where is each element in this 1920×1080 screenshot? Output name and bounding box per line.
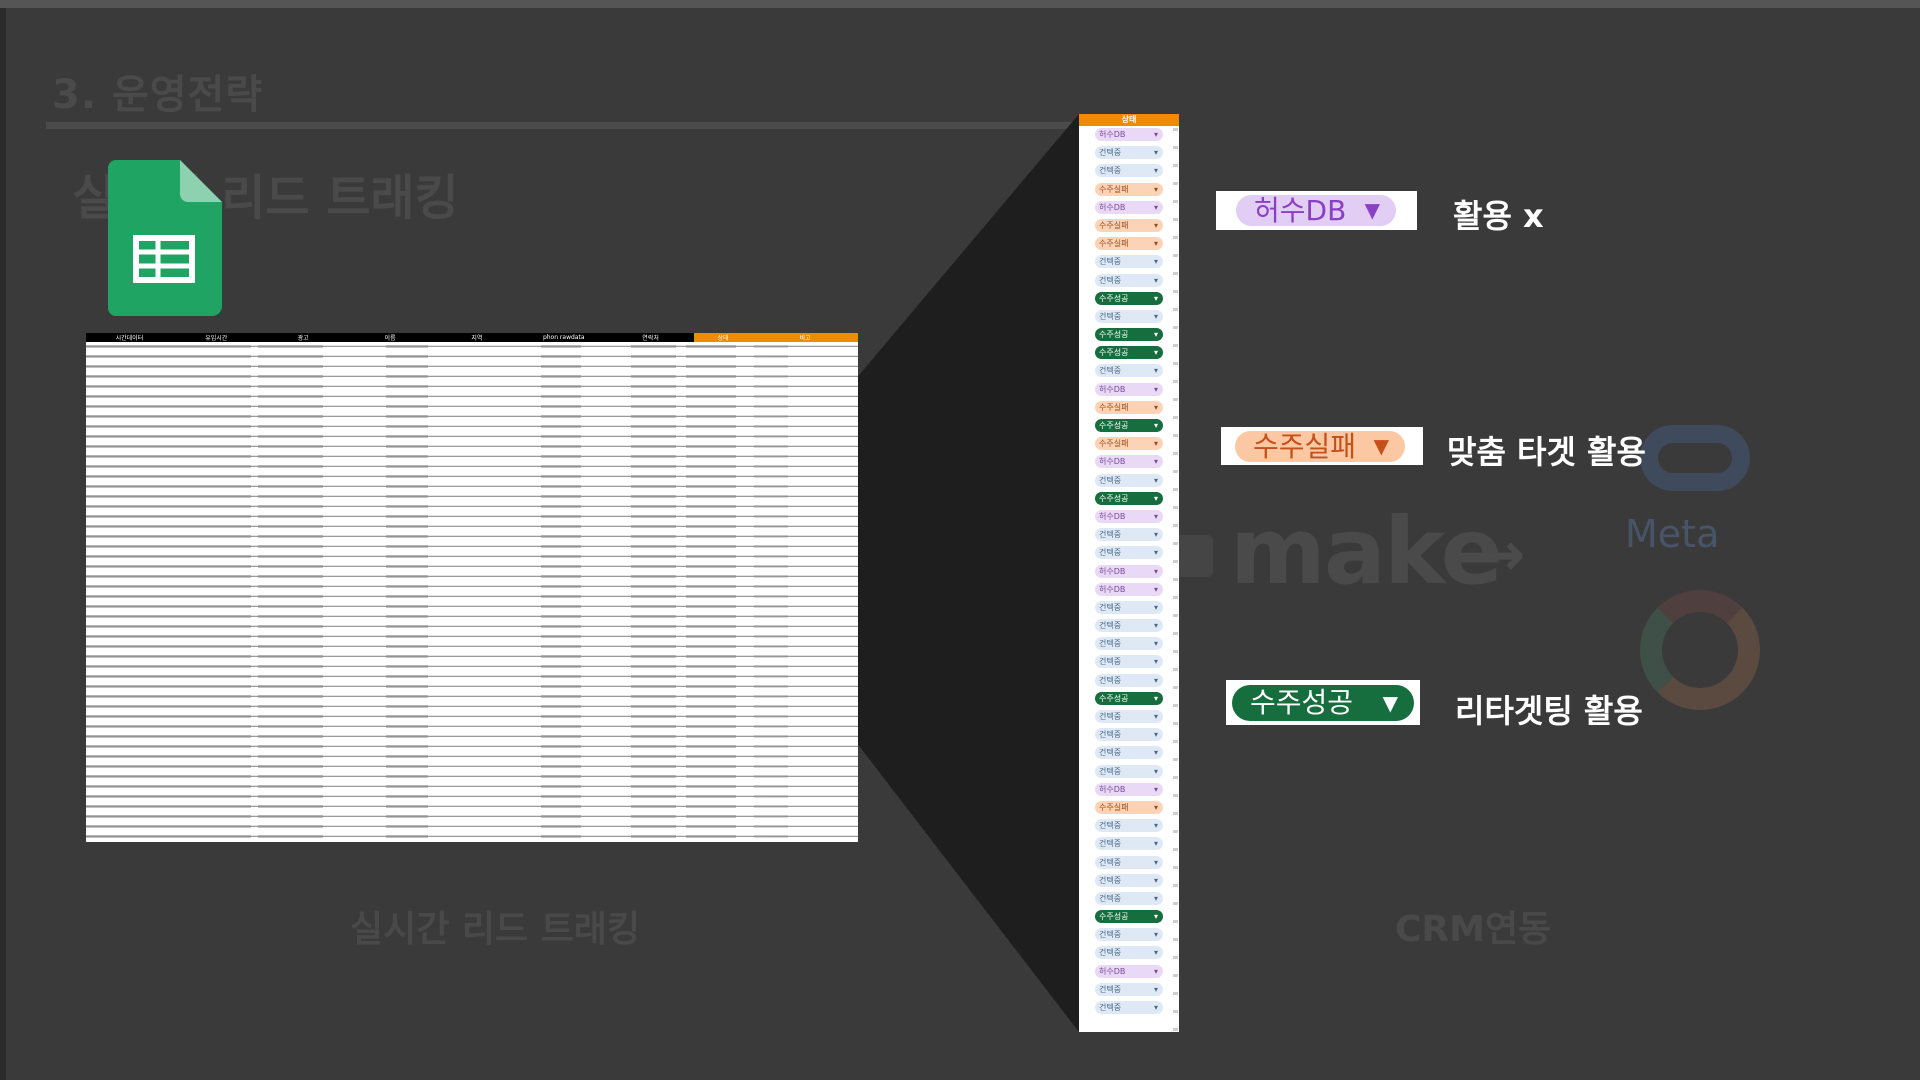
legend-chip-box-1: 허수DB ▼: [1216, 191, 1417, 230]
status-chip[interactable]: 건텍중: [1095, 546, 1163, 560]
chevron-down-icon: ▼: [1373, 434, 1389, 458]
status-chip[interactable]: 허수DB: [1095, 455, 1163, 469]
legend-label-2: 맞춤 타겟 활용: [1447, 433, 1646, 471]
spreadsheet-preview: 시간데이터 유입시간 광고 이름 지역 phon rawdata 연락처 상태 …: [86, 333, 858, 842]
dropdown-chip-order-success[interactable]: 수주성공 ▼: [1232, 685, 1414, 721]
status-chip[interactable]: 수주실패: [1095, 437, 1163, 451]
col-header: phon rawdata: [542, 334, 585, 341]
chip-label: 수주실패: [1253, 430, 1357, 463]
sheet-cells: [86, 342, 251, 842]
status-chip[interactable]: 수주성공: [1095, 491, 1163, 505]
status-chip[interactable]: 건텍중: [1095, 600, 1163, 614]
sheet-cells: [686, 342, 736, 842]
status-chip[interactable]: 수주성공: [1095, 346, 1163, 360]
chip-label: 수주성공: [1250, 686, 1354, 719]
status-chip[interactable]: 건텍중: [1095, 710, 1163, 723]
legend-chip-box-3: 수주성공 ▼: [1226, 680, 1420, 725]
col-header: 지역: [471, 335, 483, 342]
status-chip[interactable]: 건텍중: [1095, 619, 1163, 633]
status-chip[interactable]: 수주성공: [1095, 910, 1163, 924]
status-chip-list: 허수DB건텍중건텍중수주실패허수DB수주실패수주실패건텍중건텍중수주성공건텍중수…: [1079, 126, 1179, 1014]
status-chip[interactable]: 건텍중: [1095, 891, 1163, 905]
status-chip[interactable]: 건텍중: [1095, 728, 1163, 742]
status-chip[interactable]: 건텍중: [1095, 946, 1163, 960]
status-chip[interactable]: 건텍중: [1095, 364, 1163, 378]
status-chip[interactable]: 건텍중: [1095, 819, 1163, 833]
sheet-cells: [541, 342, 581, 842]
status-column-zoom: 상태 허수DB건텍중건텍중수주실패허수DB수주실패수주실패건텍중건텍중수주성공건…: [1079, 114, 1179, 1032]
col-header: 연락처: [642, 335, 659, 342]
status-column-header: 상태: [1079, 114, 1179, 126]
status-chip[interactable]: 허수DB: [1095, 964, 1163, 978]
status-chip[interactable]: 건텍중: [1095, 273, 1163, 287]
status-chip[interactable]: 건텍중: [1095, 528, 1163, 542]
status-chip[interactable]: 수주실패: [1095, 182, 1163, 196]
col-header: 이름: [384, 335, 396, 342]
chevron-down-icon: ▼: [1364, 198, 1380, 222]
status-chip[interactable]: 수주성공: [1095, 291, 1163, 305]
status-chip[interactable]: 허수DB: [1095, 782, 1163, 796]
status-chip[interactable]: 건텍중: [1095, 655, 1163, 669]
status-chip[interactable]: 건텍중: [1095, 473, 1163, 487]
legend-label-1: 활용 x: [1453, 197, 1544, 235]
status-chip[interactable]: 수주성공: [1095, 328, 1163, 342]
status-chip[interactable]: 허수DB: [1095, 128, 1163, 141]
status-chip[interactable]: 건텍중: [1095, 928, 1163, 942]
status-chip[interactable]: 건텍중: [1095, 837, 1163, 851]
col-header: 유입시간: [205, 335, 228, 342]
col-header-status: 상태: [694, 333, 753, 342]
status-chip[interactable]: 허수DB: [1095, 582, 1163, 596]
sheet-cells: [386, 342, 428, 842]
status-chip[interactable]: 수주실패: [1095, 800, 1163, 814]
col-header-notes: 비고: [752, 333, 858, 342]
dropdown-chip-huesu-db[interactable]: 허수DB ▼: [1236, 195, 1396, 226]
status-chip[interactable]: 수주실패: [1095, 400, 1163, 414]
status-chip[interactable]: 건텍중: [1095, 1001, 1163, 1014]
status-chip[interactable]: 건텍중: [1095, 982, 1163, 996]
status-chip[interactable]: 허수DB: [1095, 564, 1163, 578]
chip-label: 허수DB: [1254, 194, 1347, 227]
status-chip[interactable]: 건텍중: [1095, 164, 1163, 178]
sheet-cells: [631, 342, 676, 842]
sheet-cells: [258, 342, 323, 842]
status-chip[interactable]: 건텍중: [1095, 255, 1163, 269]
column-edge: [1173, 128, 1178, 1032]
col-header: 광고: [297, 335, 309, 342]
status-chip[interactable]: 건텍중: [1095, 673, 1163, 687]
status-chip[interactable]: 건텍중: [1095, 309, 1163, 323]
status-chip[interactable]: 건텍중: [1095, 146, 1163, 160]
chevron-down-icon: ▼: [1382, 691, 1398, 715]
status-chip[interactable]: 수주실패: [1095, 218, 1163, 232]
status-chip[interactable]: 건텍중: [1095, 855, 1163, 869]
sheet-header-row: 시간데이터 유입시간 광고 이름 지역 phon rawdata 연락처 상태 …: [86, 333, 858, 342]
legend-label-3: 리타겟팅 활용: [1455, 692, 1643, 730]
status-chip[interactable]: 건텍중: [1095, 764, 1163, 778]
status-chip[interactable]: 허수DB: [1095, 509, 1163, 523]
status-chip[interactable]: 허수DB: [1095, 382, 1163, 396]
status-chip[interactable]: 수주실패: [1095, 237, 1163, 251]
status-chip[interactable]: 수주성공: [1095, 691, 1163, 705]
status-chip[interactable]: 건텍중: [1095, 873, 1163, 887]
legend-chip-box-2: 수주실패 ▼: [1221, 427, 1423, 465]
status-chip[interactable]: 허수DB: [1095, 200, 1163, 214]
status-chip[interactable]: 수주성공: [1095, 419, 1163, 432]
status-chip[interactable]: 건텍중: [1095, 746, 1163, 760]
google-sheets-icon: [108, 160, 222, 316]
sheet-status-cells: [754, 342, 788, 842]
status-chip[interactable]: 건텍중: [1095, 637, 1163, 651]
dropdown-chip-order-failed[interactable]: 수주실패 ▼: [1235, 431, 1405, 462]
col-header: 시간데이터: [115, 335, 144, 342]
